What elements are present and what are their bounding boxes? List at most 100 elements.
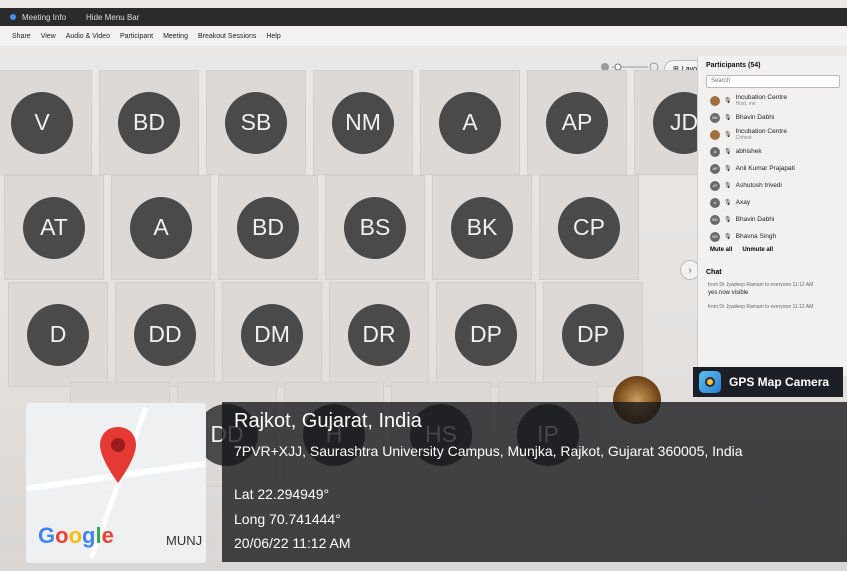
zoom-icon	[10, 14, 16, 20]
video-tile[interactable]: A	[420, 70, 520, 175]
gps-app-badge: GPS Map Camera	[693, 367, 843, 397]
participants-panel: Participants (54) Search 🎙 Incubation Cen…	[697, 56, 847, 376]
participant-avatar-icon: A	[710, 146, 720, 157]
video-tile[interactable]: DR	[329, 282, 429, 387]
video-tile[interactable]: D	[8, 282, 108, 387]
video-tile[interactable]: BS	[325, 175, 425, 280]
participant-avatar: AP	[546, 91, 608, 154]
participant-name-block: Axay	[736, 199, 750, 206]
mic-icon[interactable]: 🎙	[724, 165, 732, 172]
participant-search-input[interactable]: Search	[706, 75, 840, 88]
participant-name: Incubation Centre	[735, 128, 787, 135]
menu-bar: Share View Audio & Video Participant Meeting…	[0, 26, 847, 46]
participant-avatar: BS	[344, 196, 406, 259]
participant-row[interactable]: 🎙 Incubation Centre Cohost	[698, 126, 847, 143]
mic-icon[interactable]: 🎙	[724, 216, 732, 223]
video-tile[interactable]: CP	[539, 175, 639, 280]
location-city: Rajkot, Gujarat, India	[234, 410, 422, 432]
participant-name: Incubation Centre	[735, 94, 787, 101]
mic-icon[interactable]: 🎙	[724, 131, 732, 138]
video-tile[interactable]: NM	[313, 70, 413, 175]
video-tile[interactable]: BD	[218, 175, 318, 280]
video-tile[interactable]: AP	[527, 70, 627, 175]
location-address: 7PVR+XJJ, Saurashtra University Campus, …	[234, 443, 743, 459]
mute-controls: Mute all Unmute all	[698, 245, 847, 255]
video-tile[interactable]: DD	[115, 282, 215, 387]
hide-menu-bar-button[interactable]: Hide Menu Bar	[86, 13, 139, 22]
zoom-title-bar: Meeting Info Hide Menu Bar	[0, 8, 847, 26]
video-tile[interactable]: BK	[432, 175, 532, 280]
participants-header[interactable]: Participants (54)	[698, 56, 847, 75]
map-place-label: MUNJ	[166, 533, 203, 548]
participant-row[interactable]: 🎙 Incubation Centre Host, me	[698, 92, 847, 109]
participant-row[interactable]: BS 🎙 Bhavna Singh	[698, 228, 847, 245]
mic-icon[interactable]: 🎙	[724, 114, 732, 121]
latitude: Lat 22.294949°	[234, 486, 330, 502]
participant-name: Anil Kumar Prajapati	[735, 165, 795, 172]
mic-icon[interactable]: 🎙	[724, 148, 732, 155]
participant-avatar-icon: A	[710, 197, 720, 208]
menu-item[interactable]: View	[41, 33, 56, 40]
video-tile[interactable]: AT	[4, 175, 104, 280]
menu-item[interactable]: Meeting	[163, 33, 188, 40]
video-tile[interactable]: BD	[99, 70, 199, 175]
mic-icon[interactable]: 🎙	[724, 199, 732, 206]
menu-item[interactable]: Audio & Video	[66, 33, 110, 40]
participant-avatar: A	[439, 91, 501, 154]
participant-name-block: abhishek	[736, 148, 762, 155]
chat-message: yes now visible	[708, 290, 749, 296]
participant-avatar: DP	[455, 303, 517, 366]
mic-icon[interactable]: 🎙	[724, 97, 732, 104]
participant-name: Ashutosh trivedi	[735, 182, 782, 189]
participant-row[interactable]: AT 🎙 Ashutosh trivedi	[698, 177, 847, 194]
mic-icon[interactable]: 🎙	[724, 182, 732, 189]
participant-avatar: V	[11, 91, 73, 154]
participant-name-block: Bhavna Singh	[736, 233, 776, 240]
participant-avatar: BK	[451, 196, 513, 259]
meeting-info-label[interactable]: Meeting Info	[22, 13, 66, 22]
mic-icon[interactable]: 🎙	[724, 233, 732, 240]
participant-avatar-icon: BS	[710, 231, 720, 242]
participant-name-block: Incubation Centre Host, me	[736, 94, 787, 107]
video-tile[interactable]: V	[0, 70, 92, 175]
participant-avatar: D	[27, 303, 89, 366]
longitude: Long 70.741444°	[234, 511, 341, 527]
menu-item[interactable]: Breakout Sessions	[198, 33, 256, 40]
monitor-screen: Meeting Info Hide Menu Bar Share View Audi…	[0, 0, 847, 571]
participant-name: Bhavna Singh	[735, 233, 777, 240]
participant-avatar-icon	[710, 95, 720, 106]
participant-avatar-icon: AP	[710, 163, 720, 174]
video-tile[interactable]: DP	[543, 282, 643, 387]
participant-avatar: A	[130, 196, 192, 259]
participant-name: Bhavin Dabhi	[735, 216, 775, 223]
participant-avatar: SB	[225, 91, 287, 154]
participant-name: Bhavin Dabhi	[735, 114, 775, 121]
participant-row[interactable]: BD 🎙 Bhavin Dabhi	[698, 211, 847, 228]
participant-list: 🎙 Incubation Centre Host, me BD 🎙 Bhavin Dabh…	[698, 92, 847, 245]
participant-name-block: Anil Kumar Prajapati	[736, 165, 795, 172]
timestamp: 20/06/22 11:12 AM	[234, 535, 351, 551]
participant-row[interactable]: A 🎙 Axay	[698, 194, 847, 211]
unmute-all-button[interactable]: Unmute all	[742, 247, 773, 253]
video-tile[interactable]: DM	[222, 282, 322, 387]
chat-header[interactable]: Chat	[698, 255, 847, 280]
video-tile[interactable]: DP	[436, 282, 536, 387]
participant-avatar: AT	[23, 196, 85, 259]
video-tile[interactable]: A	[111, 175, 211, 280]
participant-row[interactable]: BD 🎙 Bhavin Dabhi	[698, 109, 847, 126]
menu-item[interactable]: Participant	[120, 33, 153, 40]
participant-avatar-icon: BD	[710, 214, 720, 225]
participant-row[interactable]: AP 🎙 Anil Kumar Prajapati	[698, 160, 847, 177]
participant-avatar: DD	[134, 303, 196, 366]
map-pin-icon	[100, 427, 136, 483]
menu-item[interactable]: Help	[266, 33, 280, 40]
video-tile[interactable]: SB	[206, 70, 306, 175]
participant-avatar: DP	[562, 303, 624, 366]
mute-all-button[interactable]: Mute all	[710, 247, 732, 253]
participant-avatar: CP	[558, 196, 620, 259]
participant-row[interactable]: A 🎙 abhishek	[698, 143, 847, 160]
participant-name-block: Incubation Centre Cohost	[736, 128, 787, 141]
chat-sender: from Dr Jyadeep Ramani to everyone 11:12…	[708, 282, 814, 288]
menu-item[interactable]: Share	[12, 33, 31, 40]
participant-name: Axay	[735, 199, 751, 206]
